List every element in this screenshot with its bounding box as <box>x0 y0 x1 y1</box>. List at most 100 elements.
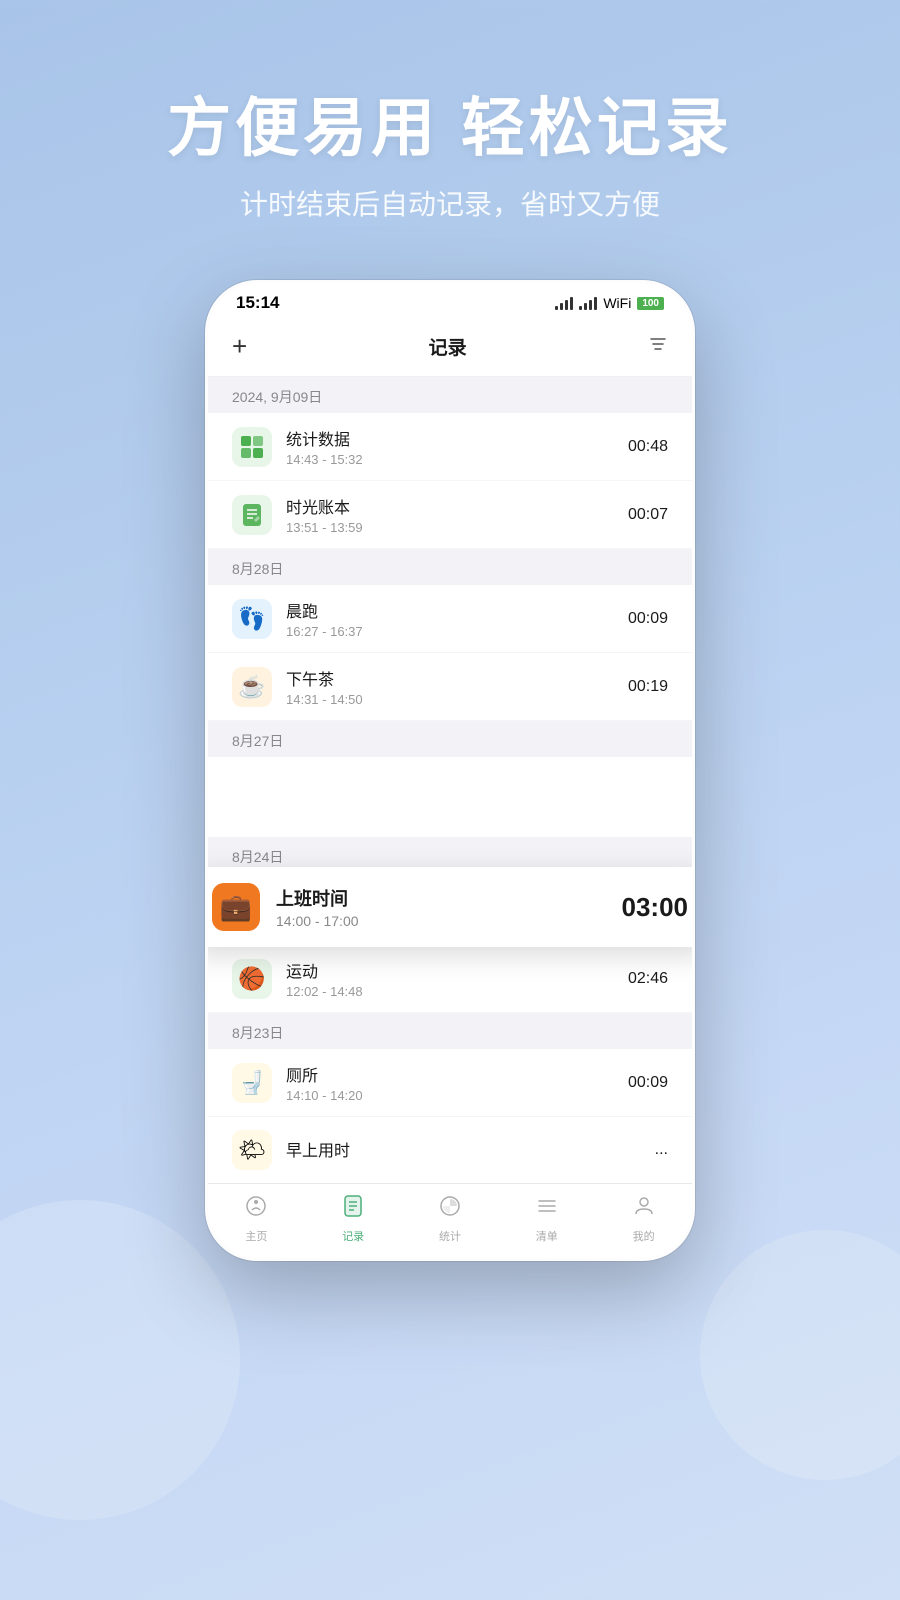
record-info: 统计数据 14:43 - 15:32 <box>286 426 614 467</box>
record-name: 时光账本 <box>286 494 614 518</box>
record-info: 厕所 14:10 - 14:20 <box>286 1062 614 1103</box>
record-duration: 00:09 <box>628 1074 668 1092</box>
signal-bar <box>579 306 582 310</box>
nav-label-profile: 我的 <box>633 1228 655 1244</box>
bottom-nav: 主页 记录 <box>208 1183 692 1258</box>
record-time: 14:10 - 14:20 <box>286 1088 614 1103</box>
record-icon-ledger <box>232 495 272 535</box>
signal-bars-1 <box>555 297 573 310</box>
nav-label-home: 主页 <box>245 1228 267 1244</box>
bg-decoration-1 <box>0 1200 240 1520</box>
record-time: 14:43 - 15:32 <box>286 452 614 467</box>
date-label: 8月23日 <box>232 1025 283 1041</box>
record-icon-stats <box>232 427 272 467</box>
list-icon <box>535 1194 559 1224</box>
record-time: 13:51 - 13:59 <box>286 520 614 535</box>
record-icon-exercise: 🏀 <box>232 959 272 999</box>
record-name: 早上用时 <box>286 1137 641 1161</box>
home-icon <box>244 1194 268 1224</box>
signal-bar <box>589 300 592 310</box>
signal-bar <box>570 297 573 310</box>
date-label: 8月27日 <box>232 733 283 749</box>
signal-bar <box>594 297 597 310</box>
record-time: 12:02 - 14:48 <box>286 984 614 999</box>
record-duration: 00:09 <box>628 610 668 628</box>
nav-item-records[interactable]: 记录 <box>305 1194 402 1244</box>
record-item[interactable]: ☕ 下午茶 14:31 - 14:50 00:19 <box>208 653 692 721</box>
record-duration: 00:19 <box>628 678 668 696</box>
floating-record-name: 上班时间 <box>276 885 606 911</box>
record-item[interactable]: 统计数据 14:43 - 15:32 00:48 <box>208 413 692 481</box>
header-section: 方便易用 轻松记录 计时结束后自动记录，省时又方便 <box>0 0 900 263</box>
records-container: 2024, 9月09日 统计数据 14:43 - 15:32 <box>208 377 692 1183</box>
wifi-icon: WiFi <box>603 295 631 311</box>
record-info: 晨跑 16:27 - 16:37 <box>286 598 614 639</box>
record-name: 统计数据 <box>286 426 614 450</box>
status-time: 15:14 <box>236 293 279 313</box>
add-record-button[interactable]: + <box>232 331 247 362</box>
date-header-aug23: 8月23日 <box>208 1013 692 1049</box>
header-title: 方便易用 轻松记录 <box>0 90 900 167</box>
record-duration: 00:48 <box>628 438 668 456</box>
date-label: 8月28日 <box>232 561 283 577</box>
page-title: 记录 <box>429 333 467 360</box>
phone-frame: 15:14 WiFi 100 <box>205 280 695 1261</box>
record-icon-morning: 🌤 <box>232 1130 272 1170</box>
nav-item-list[interactable]: 清单 <box>498 1194 595 1244</box>
date-label: 2024, 9月09日 <box>232 389 322 405</box>
floating-record-icon: 💼 <box>212 883 260 931</box>
record-time: 14:31 - 14:50 <box>286 692 614 707</box>
record-duration: ... <box>655 1141 668 1159</box>
nav-item-profile[interactable]: 我的 <box>595 1194 692 1244</box>
nav-label-list: 清单 <box>536 1228 558 1244</box>
date-header-sep9: 2024, 9月09日 <box>208 377 692 413</box>
record-info: 早上用时 <box>286 1137 641 1163</box>
battery-icon: 100 <box>637 297 664 310</box>
profile-icon <box>632 1194 656 1224</box>
filter-icon[interactable] <box>648 334 668 359</box>
record-info: 运动 12:02 - 14:48 <box>286 958 614 999</box>
record-icon-run: 👣 <box>232 599 272 639</box>
record-item[interactable]: 时光账本 13:51 - 13:59 00:07 <box>208 481 692 549</box>
record-icon-toilet: 🚽 <box>232 1063 272 1103</box>
signal-bar <box>560 303 563 310</box>
record-time: 16:27 - 16:37 <box>286 624 614 639</box>
record-item[interactable]: 🚽 厕所 14:10 - 14:20 00:09 <box>208 1049 692 1117</box>
record-duration: 02:46 <box>628 970 668 988</box>
date-header-aug28: 8月28日 <box>208 549 692 585</box>
record-name: 下午茶 <box>286 666 614 690</box>
date-label: 8月24日 <box>232 849 283 865</box>
floating-record[interactable]: 💼 上班时间 14:00 - 17:00 03:00 <box>205 867 695 947</box>
nav-item-stats[interactable]: 统计 <box>402 1194 499 1244</box>
app-header: + 记录 <box>208 319 692 377</box>
record-item-partial[interactable]: 🌤 早上用时 ... <box>208 1117 692 1183</box>
record-info: 下午茶 14:31 - 14:50 <box>286 666 614 707</box>
signal-bar <box>555 306 558 310</box>
spacer-for-float <box>208 757 692 837</box>
floating-record-duration: 03:00 <box>622 892 689 923</box>
record-item[interactable]: 🏀 运动 12:02 - 14:48 02:46 <box>208 945 692 1013</box>
record-info: 时光账本 13:51 - 13:59 <box>286 494 614 535</box>
bg-decoration-2 <box>700 1230 900 1480</box>
header-subtitle: 计时结束后自动记录，省时又方便 <box>0 183 900 223</box>
records-icon <box>341 1194 365 1224</box>
status-bar: 15:14 WiFi 100 <box>208 283 692 319</box>
record-name: 运动 <box>286 958 614 982</box>
signal-bar <box>565 300 568 310</box>
records-list: 2024, 9月09日 统计数据 14:43 - 15:32 <box>208 377 692 1183</box>
nav-label-stats: 统计 <box>439 1228 461 1244</box>
record-item[interactable]: 👣 晨跑 16:27 - 16:37 00:09 <box>208 585 692 653</box>
phone-mockup: 15:14 WiFi 100 <box>205 280 695 1261</box>
date-header-aug27: 8月27日 <box>208 721 692 757</box>
stats-icon <box>438 1194 462 1224</box>
record-name: 晨跑 <box>286 598 614 622</box>
record-duration: 00:07 <box>628 506 668 524</box>
nav-item-home[interactable]: 主页 <box>208 1194 305 1244</box>
record-name: 厕所 <box>286 1062 614 1086</box>
floating-record-info: 上班时间 14:00 - 17:00 <box>276 885 606 929</box>
status-icons: WiFi 100 <box>555 295 664 311</box>
record-icon-tea: ☕ <box>232 667 272 707</box>
floating-record-time: 14:00 - 17:00 <box>276 913 606 929</box>
nav-label-records: 记录 <box>342 1228 364 1244</box>
signal-bars-2 <box>579 297 597 310</box>
